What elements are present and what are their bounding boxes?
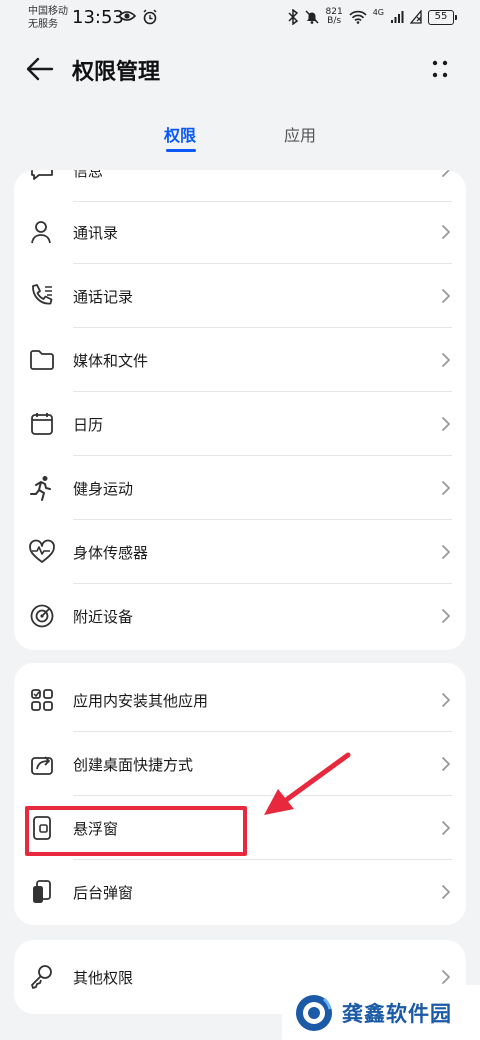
carrier-name: 中国移动 (28, 6, 68, 17)
row-call-log[interactable]: 通话记录 (14, 264, 466, 328)
row-messages[interactable]: 信息 (14, 170, 466, 202)
arrow-left-icon[interactable] (24, 54, 56, 84)
row-label: 后台弹窗 (73, 884, 134, 902)
wifi-icon (349, 10, 367, 24)
status-time: 13:53 (72, 7, 124, 28)
net-speed-unit: B/s (327, 16, 342, 26)
app-bar: 权限管理 (0, 44, 480, 94)
app-grid-icon (31, 689, 53, 711)
watermark-logo-icon (296, 995, 332, 1031)
tab-permissions[interactable]: 权限 (164, 122, 196, 146)
row-label: 身体传感器 (73, 544, 149, 562)
calendar-icon (31, 413, 53, 435)
row-contacts[interactable]: 通讯录 (14, 200, 466, 264)
row-label: 媒体和文件 (73, 352, 149, 370)
status-left-icons (118, 9, 158, 25)
tab-bar: 权限 应用 (0, 116, 480, 152)
chevron-right-icon (442, 417, 450, 431)
chevron-right-icon (442, 970, 450, 984)
carrier-status: 无服务 (28, 19, 58, 30)
chevron-right-icon (442, 481, 450, 495)
chevron-right-icon (442, 170, 450, 177)
folder-icon (30, 350, 54, 370)
net-speed: 821 B/s (326, 8, 343, 26)
bluetooth-icon (287, 9, 298, 25)
chevron-right-icon (442, 609, 450, 623)
row-label: 通话记录 (73, 288, 134, 306)
no-signal-icon (410, 10, 422, 24)
chevron-right-icon (442, 353, 450, 367)
carrier-info: 中国移动 无服务 (28, 5, 68, 31)
row-label: 健身运动 (73, 480, 134, 498)
chevron-right-icon (442, 757, 450, 771)
contacts-icon (31, 221, 51, 244)
chevron-right-icon (442, 225, 450, 239)
status-right-icons: 821 B/s 4G 55 (287, 8, 457, 26)
signal-icon (391, 11, 404, 23)
tab-apps[interactable]: 应用 (284, 122, 316, 146)
chevron-right-icon (442, 885, 450, 899)
running-icon (30, 476, 51, 501)
row-label: 其他权限 (73, 969, 134, 987)
chevron-right-icon (442, 545, 450, 559)
permission-group-2: 应用内安装其他应用 创建桌面快捷方式 悬浮窗 后台弹窗 (14, 663, 466, 925)
row-fitness[interactable]: 健身运动 (14, 456, 466, 520)
tab-indicator (166, 149, 196, 152)
row-nearby-devices[interactable]: 附近设备 (14, 584, 466, 648)
permission-group-1: 信息 通讯录 通话记录 媒体和文件 日历 健身运动 身体传感器 附近设备 (14, 170, 466, 650)
row-calendar[interactable]: 日历 (14, 392, 466, 456)
row-label: 信息 (73, 170, 104, 180)
call-log-icon (32, 284, 53, 305)
row-background-popup[interactable]: 后台弹窗 (14, 860, 466, 924)
chevron-right-icon (442, 821, 450, 835)
annotation-arrow-icon (264, 752, 351, 815)
nearby-icon (30, 604, 54, 628)
status-bar: 中国移动 无服务 13:53 821 B/s 4G 55 (0, 0, 480, 36)
row-label: 附近设备 (73, 608, 134, 626)
shortcut-icon (31, 756, 53, 775)
background-popup-icon (33, 880, 51, 903)
battery-indicator: 55 (428, 9, 457, 25)
mute-bell-icon (304, 10, 319, 24)
chevron-right-icon (442, 289, 450, 303)
watermark: 龚鑫软件园 (282, 985, 480, 1040)
row-body-sensors[interactable]: 身体传感器 (14, 520, 466, 584)
row-media-files[interactable]: 媒体和文件 (14, 328, 466, 392)
row-label: 创建桌面快捷方式 (73, 756, 194, 774)
alarm-icon (143, 9, 157, 25)
watermark-text: 龚鑫软件园 (342, 1001, 452, 1026)
network-type: 4G (372, 8, 384, 17)
row-create-shortcut[interactable]: 创建桌面快捷方式 (14, 732, 466, 796)
highlight-box (25, 806, 247, 856)
more-dots-icon[interactable] (430, 58, 450, 80)
row-label: 通讯录 (73, 224, 119, 242)
message-icon (31, 170, 53, 180)
key-icon (31, 965, 52, 989)
row-label: 应用内安装其他应用 (73, 692, 209, 710)
row-label: 日历 (73, 416, 104, 434)
row-install-apps[interactable]: 应用内安装其他应用 (14, 668, 466, 732)
chevron-right-icon (442, 693, 450, 707)
heart-rate-icon (29, 539, 55, 563)
eye-icon (118, 11, 136, 21)
page-title: 权限管理 (72, 60, 161, 85)
